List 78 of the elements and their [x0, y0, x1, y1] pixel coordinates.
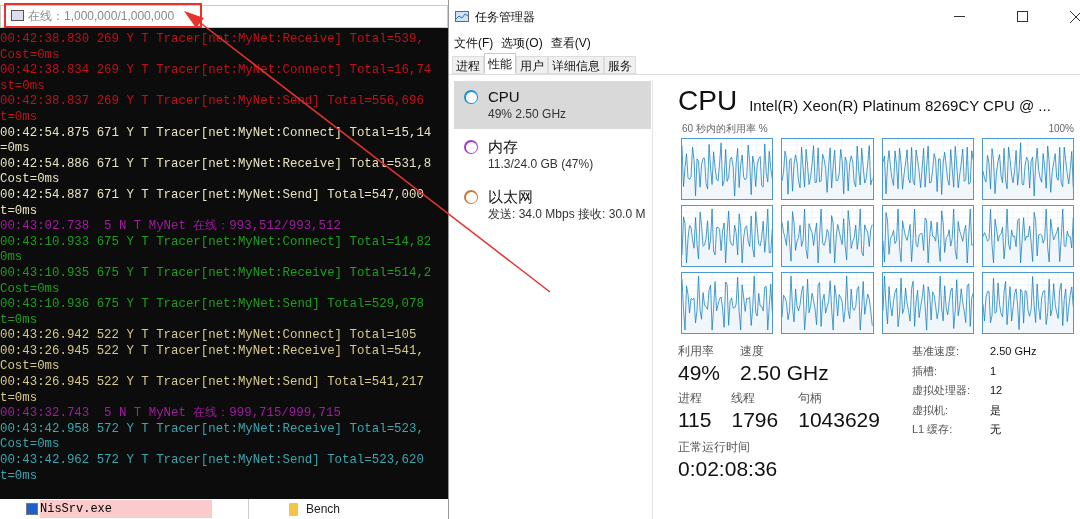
console-line: t=0ms — [0, 390, 39, 407]
console-line: 00:43:10.936 675 Y T Tracer[net:MyNet:Send] Total=529,078 — [0, 297, 425, 313]
console-line: t=0ms — [0, 468, 39, 485]
stat-value: 1796 — [731, 407, 779, 432]
console-line: t=0ms — [0, 312, 39, 329]
folder-name: Bench — [306, 501, 341, 518]
tab[interactable]: 详细信息 — [548, 56, 604, 74]
console-line: 00:43:02.738 5 N T MyNet 在线：993,512/993,512 — [0, 219, 342, 235]
stat-label: 线程 — [731, 390, 757, 407]
stat-label: 利用率 — [678, 343, 715, 360]
stat-label: 进程 — [678, 390, 703, 407]
graph-max-label: 100% — [1048, 122, 1074, 136]
stat-label: 速度 — [740, 343, 766, 360]
detail-label: 插槽: — [912, 363, 939, 379]
console-line: 00:43:26.945 522 Y T Tracer[net:MyNet:Send] Total=541,217 — [0, 375, 425, 391]
console-line: 00:43:10.935 675 Y T Tracer[net:MyNet:Receive] Total=514,2 — [0, 265, 433, 282]
console-line: =0ms — [0, 141, 31, 157]
menu-item[interactable]: 文件(F) — [454, 34, 494, 52]
stat-value: 1043629 — [798, 407, 880, 432]
stat-label: 句柄 — [798, 390, 824, 407]
console-line: t=0ms — [0, 109, 39, 126]
detail-label: 虚拟处理器: — [912, 383, 972, 398]
console-line: Cost=0ms — [0, 359, 61, 376]
stat-value: 2.50 GHz — [740, 360, 829, 385]
folder-icon — [289, 502, 298, 516]
console-line: 00:43:42.962 572 Y T Tracer[net:MyNet:Send] Total=523,620 — [0, 453, 425, 469]
console-line: 00:43:26.945 522 Y T Tracer[net:MyNet:Receive] Total=541, — [0, 343, 425, 360]
window-title: 任务管理器 — [475, 8, 535, 26]
console-line: 00:43:32.743 5 N T MyNet 在线：999,715/999,715 — [0, 406, 342, 422]
resource-detail: 49% 2.50 GHz — [488, 106, 567, 122]
resource-detail: 11.3/24.0 GB (47%) — [488, 156, 594, 172]
console-line: Cost=0ms — [0, 172, 61, 188]
console-line: 00:42:54.875 671 Y T Tracer[net:MyNet:Connect] Total=15,14 — [0, 125, 433, 142]
console-line: Cost=0ms — [0, 281, 61, 298]
console-line: 00:42:54.887 671 Y T Tracer[net:MyNet:Send] Total=547,000 — [0, 187, 425, 204]
stat-value: 49% — [678, 360, 721, 385]
cpu-model: Intel(R) Xeon(R) Platinum 8269CY CPU @ ... — [749, 96, 1051, 116]
detail-value: 无 — [990, 422, 1002, 437]
exe-file-icon — [26, 503, 38, 515]
resource-detail: 发送: 34.0 Mbps 接收: 30.0 M — [488, 206, 646, 222]
console-line: 00:43:10.933 675 Y T Tracer[net:MyNet:Connect] Total=14,82 — [0, 234, 433, 251]
tab[interactable]: 性能 — [484, 53, 516, 74]
detail-value: 12 — [990, 383, 1004, 398]
console-window-icon — [11, 10, 24, 21]
detail-value: 1 — [990, 363, 998, 379]
stat-value: 115 — [678, 407, 712, 432]
detail-label: 基准速度: — [912, 344, 961, 359]
file-name: NisSrv.exe — [40, 500, 212, 518]
resource-item[interactable]: 内存 11.3/24.0 GB (47%) — [454, 131, 651, 179]
resource-name: CPU — [488, 87, 521, 106]
tab[interactable]: 用户 — [516, 56, 548, 74]
menu-item[interactable]: 查看(V) — [550, 34, 591, 52]
task-manager-icon — [455, 10, 469, 23]
menu-item[interactable]: 选项(O) — [501, 34, 543, 52]
detail-value: 2.50 GHz — [990, 344, 1037, 359]
resource-item[interactable]: 以太网 发送: 34.0 Mbps 接收: 30.0 M — [454, 181, 651, 229]
detail-label: 虚拟机: — [912, 402, 950, 418]
window-title: 在线：1,000,000/1,000,000 — [28, 7, 175, 25]
graph-label: 60 秒内的利用率 % — [682, 122, 768, 136]
resource-name: 内存 — [488, 137, 519, 156]
console-line: t=0ms — [0, 203, 39, 220]
cpu-heading: CPU — [678, 85, 738, 117]
detail-value: 是 — [990, 402, 1002, 418]
maximize-icon[interactable] — [1017, 11, 1028, 22]
console-line: Cost=0ms — [0, 47, 61, 64]
console-line: Cost=0ms — [0, 437, 61, 454]
resource-item[interactable]: CPU 49% 2.50 GHz — [454, 81, 651, 129]
console-line: st=0ms — [0, 78, 46, 95]
close-icon[interactable] — [1070, 10, 1080, 23]
detail-label: L1 缓存: — [912, 422, 954, 437]
stat-label: 正常运行时间 — [678, 439, 751, 456]
console-line: 0ms — [0, 250, 24, 266]
console-line: 00:43:42.958 572 Y T Tracer[net:MyNet:Receive] Total=523, — [0, 421, 425, 438]
console-line: 00:43:26.942 522 Y T Tracer[net:MyNet:Connect] Total=105 — [0, 328, 418, 344]
stat-value: 0:02:08:36 — [678, 456, 779, 481]
resource-name: 以太网 — [488, 187, 534, 206]
tab[interactable]: 进程 — [452, 56, 484, 74]
tab[interactable]: 服务 — [604, 56, 636, 74]
